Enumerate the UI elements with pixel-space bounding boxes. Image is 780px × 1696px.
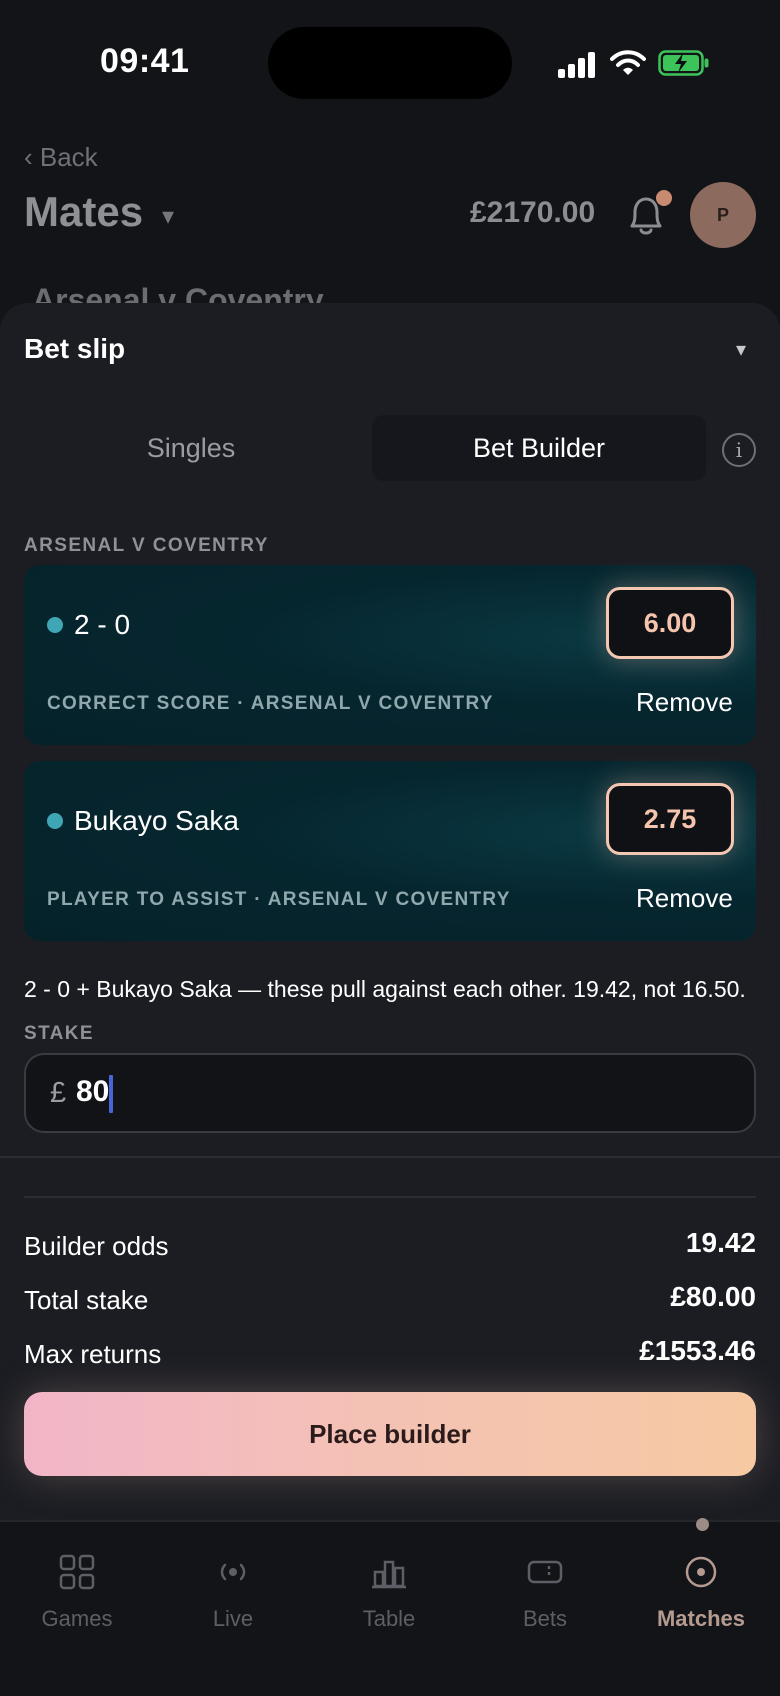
active-tab-indicator	[696, 1518, 709, 1531]
divider	[0, 1156, 780, 1158]
summary-value: 19.42	[685, 1227, 756, 1258]
bet-slip-title: Bet slip	[24, 333, 126, 364]
notification-badge	[656, 190, 672, 206]
status-bar: 09:41	[0, 0, 780, 120]
selection-name: Bukayo Saka	[74, 805, 239, 836]
place-builder-button[interactable]: Place builder	[24, 1392, 756, 1476]
selection-dot-icon	[47, 813, 63, 829]
selection-dot-icon	[47, 617, 63, 633]
wallet-balance: £2170.00	[470, 196, 596, 229]
status-time: 09:41	[100, 42, 190, 80]
stake-label: STAKE	[24, 1023, 94, 1044]
event-heading: ARSENAL V COVENTRY	[24, 535, 269, 556]
back-link[interactable]: ‹ Back	[24, 142, 98, 173]
league-title[interactable]: Mates	[24, 188, 143, 236]
tab-singles[interactable]: Singles	[24, 415, 358, 481]
summary-value: £1553.46	[639, 1335, 756, 1366]
divider	[24, 1196, 756, 1198]
dynamic-island	[268, 27, 512, 99]
nav-item-bets[interactable]: Bets	[475, 1542, 615, 1642]
bottom-nav: Games Live Table Bets Matches	[0, 1518, 780, 1696]
currency-symbol: £	[50, 1077, 67, 1109]
remove-selection-button[interactable]: Remove	[636, 883, 733, 914]
selection-market: CORRECT SCORE · ARSENAL V COVENTRY	[47, 693, 494, 714]
league-dropdown-icon[interactable]: ▾	[162, 202, 174, 231]
app-header: ‹ Back Mates ▾ £2170.00 P Arsenal v Cove…	[0, 120, 780, 318]
nav-label: Matches	[656, 1606, 746, 1631]
avatar[interactable]: P	[690, 182, 756, 248]
bet-slip-sheet: Bet slip ▾ Singles Bet Builder i ARSENAL…	[0, 303, 780, 1523]
bar-chart-icon	[372, 1560, 406, 1589]
ticket-icon	[527, 1560, 563, 1584]
summary-row-builder-odds: Builder odds 19.42	[24, 1227, 756, 1267]
grid-icon	[59, 1554, 95, 1590]
text-cursor	[109, 1075, 113, 1113]
nav-label: Games	[41, 1606, 113, 1631]
nav-label: Bets	[522, 1606, 568, 1631]
summary-label: Max returns	[24, 1339, 162, 1369]
selection-odds[interactable]: 2.75	[606, 783, 734, 855]
summary-label: Total stake	[24, 1285, 149, 1315]
selection-card: 2 - 0 6.00 CORRECT SCORE · ARSENAL V COV…	[24, 565, 756, 745]
stake-input[interactable]: £ 80	[24, 1053, 756, 1133]
nav-item-live[interactable]: Live	[163, 1542, 303, 1642]
summary-label: Builder odds	[24, 1231, 169, 1261]
summary-value: £80.00	[670, 1281, 756, 1312]
remove-selection-button[interactable]: Remove	[636, 687, 733, 718]
builder-correlation-note: 2 - 0 + Bukayo Saka — these pull against…	[24, 976, 746, 1002]
bet-type-tabs: Singles Bet Builder	[24, 415, 706, 481]
collapse-chevron-icon[interactable]: ▾	[736, 337, 746, 362]
stake-value[interactable]: 80	[76, 1075, 109, 1109]
nav-item-games[interactable]: Games	[7, 1542, 147, 1642]
selection-card: Bukayo Saka 2.75 PLAYER TO ASSIST · ARSE…	[24, 761, 756, 941]
selection-market: PLAYER TO ASSIST · ARSENAL V COVENTRY	[47, 889, 511, 910]
target-icon	[685, 1556, 717, 1588]
selection-name: 2 - 0	[74, 609, 131, 640]
nav-item-matches[interactable]: Matches	[631, 1542, 771, 1642]
wifi-icon	[610, 50, 646, 75]
info-icon[interactable]: i	[722, 433, 756, 467]
nav-label: Live	[212, 1606, 254, 1631]
battery-charging-icon	[658, 50, 709, 76]
nav-label: Table	[362, 1606, 416, 1631]
tab-bet-builder[interactable]: Bet Builder	[372, 415, 706, 481]
nav-item-table[interactable]: Table	[319, 1542, 459, 1642]
summary-row-total-stake: Total stake £80.00	[24, 1281, 756, 1321]
selection-odds[interactable]: 6.00	[606, 587, 734, 659]
live-broadcast-icon	[220, 1563, 246, 1581]
summary-row-max-returns: Max returns £1553.46	[24, 1335, 756, 1375]
cellular-signal-icon	[558, 52, 598, 78]
